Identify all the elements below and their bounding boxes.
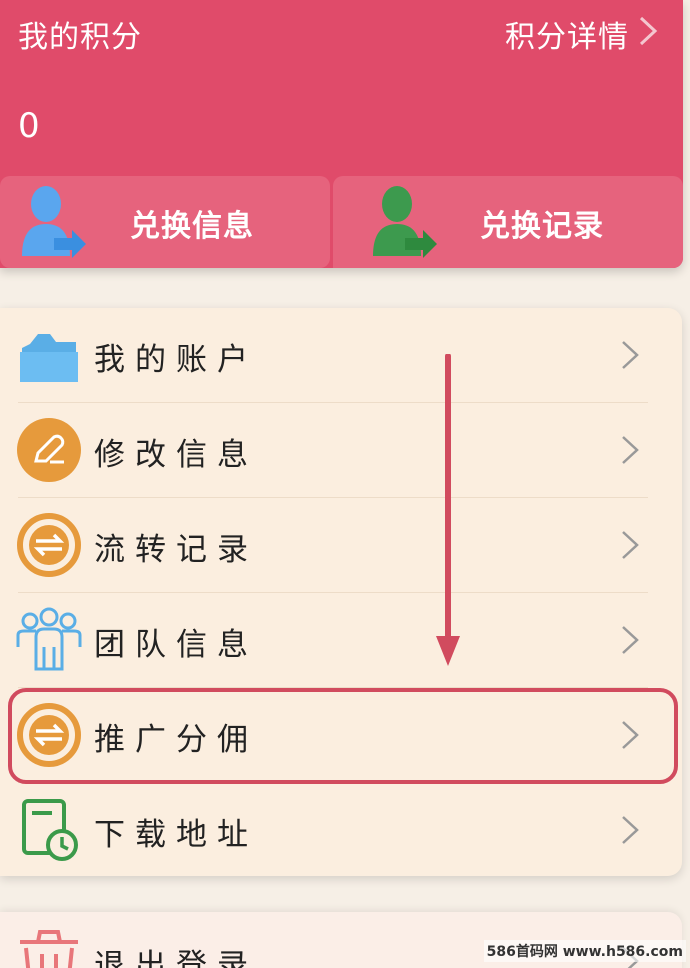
- watermark: 586首码网 www.h586.com: [483, 940, 686, 962]
- menu-item-label: 我的账户: [94, 342, 258, 378]
- edit-icon: [17, 418, 81, 482]
- chevron-right-icon[interactable]: [633, 14, 663, 48]
- chevron-right-icon: [622, 341, 639, 369]
- menu-item-label: 修改信息: [94, 437, 258, 473]
- menu-item-edit-info[interactable]: 修改信息: [0, 403, 682, 498]
- team-icon: [16, 607, 82, 671]
- chevron-right-icon: [622, 436, 639, 464]
- points-header: 我的积分 积分详情 0 兑换信息 兑换记录: [0, 0, 683, 268]
- menu-card: 我的账户 修改信息 流转记录 团队信息 推广分佣 下载地址: [0, 308, 682, 876]
- exchange-record-button[interactable]: 兑换记录: [333, 176, 683, 268]
- menu-item-transfer-records[interactable]: 流转记录: [0, 498, 682, 593]
- menu-item-label: 流转记录: [94, 532, 258, 568]
- menu-item-my-account[interactable]: 我的账户: [0, 308, 682, 403]
- chevron-right-icon: [622, 816, 639, 844]
- chevron-right-icon: [622, 626, 639, 654]
- chevron-right-icon: [622, 531, 639, 559]
- exchange-info-button[interactable]: 兑换信息: [0, 176, 330, 268]
- exchange-record-label: 兑换记录: [480, 209, 604, 244]
- download-clock-icon: [22, 799, 78, 861]
- trash-icon: [20, 930, 78, 968]
- menu-item-label: 团队信息: [94, 627, 258, 663]
- exchange-info-label: 兑换信息: [130, 209, 254, 244]
- points-value: 0: [18, 106, 40, 146]
- points-title: 我的积分: [18, 20, 142, 55]
- transfer-icon: [17, 513, 81, 577]
- down-arrow-annotation: [436, 354, 460, 666]
- menu-item-label: 下载地址: [94, 817, 258, 853]
- user-record-icon: [373, 186, 437, 258]
- folder-icon: [20, 334, 78, 382]
- highlight-box: [8, 688, 678, 784]
- user-exchange-icon: [22, 186, 86, 258]
- logout-label: 退出登录: [94, 948, 258, 968]
- menu-item-download-address[interactable]: 下载地址: [0, 783, 682, 876]
- menu-item-team-info[interactable]: 团队信息: [0, 593, 682, 688]
- points-detail-link[interactable]: 积分详情: [505, 12, 629, 56]
